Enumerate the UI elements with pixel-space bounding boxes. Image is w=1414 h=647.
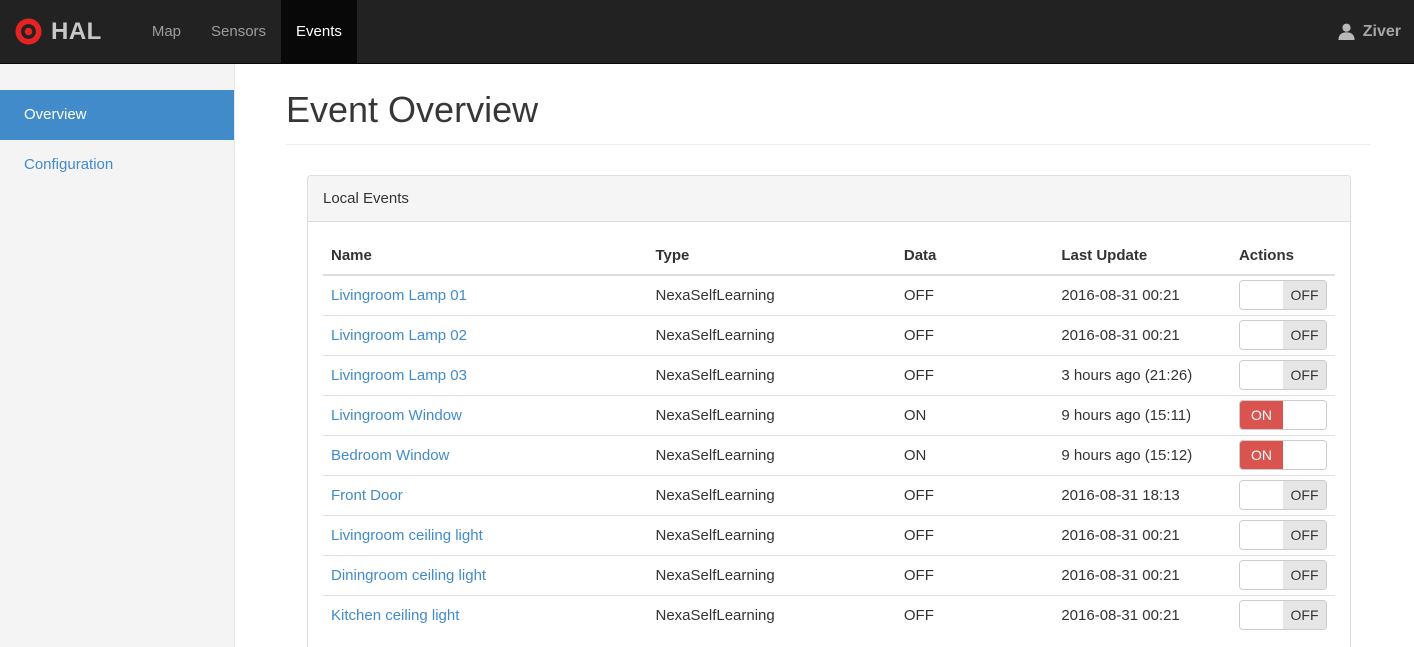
toggle-off-label: OFF — [1283, 601, 1326, 630]
device-toggle-switch[interactable]: ON OFF — [1239, 480, 1327, 510]
device-toggle-switch[interactable]: ON OFF — [1239, 280, 1327, 311]
device-type: NexaSelfLearning — [655, 286, 775, 304]
device-type: NexaSelfLearning — [647, 474, 896, 515]
device-toggle-switch[interactable]: ON OFF — [1239, 520, 1327, 550]
local-events-panel: Local Events Name Type Data Last Update … — [307, 175, 1351, 647]
device-toggle-switch[interactable]: ON OFF — [1239, 440, 1327, 470]
main-content: Event Overview Local Events Name Type Da… — [235, 64, 1414, 647]
device-type: NexaSelfLearning — [647, 594, 896, 635]
toggle-handle — [1240, 601, 1283, 630]
toggle-handle — [1240, 481, 1283, 509]
device-toggle-switch[interactable]: ON OFF — [1239, 320, 1327, 350]
brand-title: HAL — [51, 17, 102, 45]
table-row: Front Door NexaSelfLearning OFF 2016-08-… — [323, 474, 1335, 515]
device-last-update: 2016-08-31 00:21 — [1061, 286, 1180, 304]
user-name: Ziver — [1362, 22, 1401, 40]
device-last-update: 2016-08-31 00:21 — [1053, 594, 1231, 635]
toggle-handle — [1240, 521, 1283, 549]
device-last-update: 3 hours ago (21:26) — [1053, 354, 1231, 395]
toggle-on-label: ON — [1240, 441, 1283, 469]
panel-title: Local Events — [308, 176, 1350, 222]
table-row: Livingroom Window NexaSelfLearning ON 9 … — [323, 394, 1335, 435]
device-toggle-switch[interactable]: ON OFF — [1239, 400, 1327, 430]
nav-item-sensors[interactable]: Sensors — [196, 0, 281, 63]
table-row: Kitchen ceiling light NexaSelfLearning O… — [323, 594, 1335, 635]
device-last-update: 2016-08-31 00:21 — [1053, 314, 1231, 355]
device-type: NexaSelfLearning — [647, 514, 896, 555]
device-last-update: 2016-08-31 00:21 — [1053, 514, 1231, 555]
table-row: Livingroom ceiling light NexaSelfLearnin… — [323, 514, 1335, 555]
device-link[interactable]: Livingroom ceiling light — [331, 527, 483, 544]
toggle-off-label: OFF — [1283, 281, 1326, 310]
column-header-actions: Actions — [1230, 237, 1335, 276]
device-type: NexaSelfLearning — [647, 554, 896, 595]
toggle-handle — [1240, 321, 1283, 349]
page-title: Event Overview — [286, 90, 1371, 145]
toggle-off-label: OFF — [1283, 321, 1326, 349]
device-link[interactable]: Livingroom Lamp 02 — [331, 327, 467, 344]
column-header-name: Name — [323, 237, 648, 276]
device-data: OFF — [895, 514, 1054, 555]
device-data: ON — [895, 434, 1054, 475]
brand-logo[interactable]: HAL — [0, 0, 117, 63]
device-last-update: 9 hours ago (15:12) — [1053, 434, 1231, 475]
panel-body: Name Type Data Last Update Actions Livin… — [308, 222, 1350, 647]
column-header-type: Type — [647, 237, 896, 276]
table-row: Livingroom Lamp 02 NexaSelfLearning OFF … — [323, 314, 1335, 355]
device-link[interactable]: Diningroom ceiling light — [331, 567, 486, 584]
toggle-off-label: OFF — [1283, 561, 1326, 589]
device-link[interactable]: Livingroom Window — [331, 407, 462, 424]
device-type: NexaSelfLearning — [647, 394, 896, 435]
device-data: OFF — [895, 354, 1054, 395]
events-table: Name Type Data Last Update Actions Livin… — [323, 237, 1335, 635]
device-data: OFF — [895, 314, 1054, 355]
sidebar: Overview Configuration — [0, 64, 235, 647]
device-last-update: 2016-08-31 18:13 — [1053, 474, 1231, 515]
device-link[interactable]: Kitchen ceiling light — [331, 607, 459, 624]
user-menu[interactable]: Ziver — [1324, 0, 1414, 63]
device-last-update: 2016-08-31 00:21 — [1053, 554, 1231, 595]
table-row: Bedroom Window NexaSelfLearning ON 9 hou… — [323, 434, 1335, 475]
column-header-last-update: Last Update — [1053, 237, 1231, 276]
user-icon — [1337, 22, 1356, 41]
device-toggle-switch[interactable]: ON OFF — [1239, 600, 1327, 631]
device-type: NexaSelfLearning — [647, 354, 896, 395]
toggle-handle — [1240, 561, 1283, 589]
device-link[interactable]: Livingroom Lamp 03 — [331, 367, 467, 384]
sidebar-item-overview[interactable]: Overview — [0, 90, 234, 140]
toggle-handle — [1240, 281, 1283, 310]
device-data: OFF — [895, 474, 1054, 515]
nav-item-events[interactable]: Events — [281, 0, 357, 63]
hal-target-icon — [15, 18, 42, 45]
device-type: NexaSelfLearning — [647, 434, 896, 475]
toggle-handle — [1283, 401, 1326, 429]
sidebar-item-configuration[interactable]: Configuration — [0, 140, 234, 190]
toggle-off-label: OFF — [1283, 481, 1326, 509]
navbar-menu: Map Sensors Events — [137, 0, 357, 63]
device-link[interactable]: Front Door — [331, 487, 403, 504]
toggle-off-label: OFF — [1283, 521, 1326, 549]
device-last-update: 9 hours ago (15:11) — [1053, 394, 1231, 435]
toggle-handle — [1283, 441, 1326, 469]
device-type: NexaSelfLearning — [647, 314, 896, 355]
device-data: ON — [895, 394, 1054, 435]
table-row: Livingroom Lamp 03 NexaSelfLearning OFF … — [323, 354, 1335, 395]
toggle-off-label: OFF — [1283, 361, 1326, 389]
column-header-data: Data — [895, 237, 1054, 276]
device-data: OFF — [895, 594, 1054, 635]
device-data: OFF — [895, 554, 1054, 595]
top-navbar: HAL Map Sensors Events Ziver — [0, 0, 1414, 64]
toggle-handle — [1240, 361, 1283, 389]
device-link[interactable]: Livingroom Lamp 01 — [331, 287, 467, 304]
device-toggle-switch[interactable]: ON OFF — [1239, 560, 1327, 590]
device-link[interactable]: Bedroom Window — [331, 447, 449, 464]
table-row: Diningroom ceiling light NexaSelfLearnin… — [323, 554, 1335, 595]
device-toggle-switch[interactable]: ON OFF — [1239, 360, 1327, 390]
table-header-row: Name Type Data Last Update Actions — [323, 237, 1335, 276]
toggle-on-label: ON — [1240, 401, 1283, 429]
nav-item-map[interactable]: Map — [137, 0, 196, 63]
table-row: Livingroom Lamp 01 NexaSelfLearning OFF … — [323, 275, 1335, 315]
device-data: OFF — [903, 286, 934, 304]
